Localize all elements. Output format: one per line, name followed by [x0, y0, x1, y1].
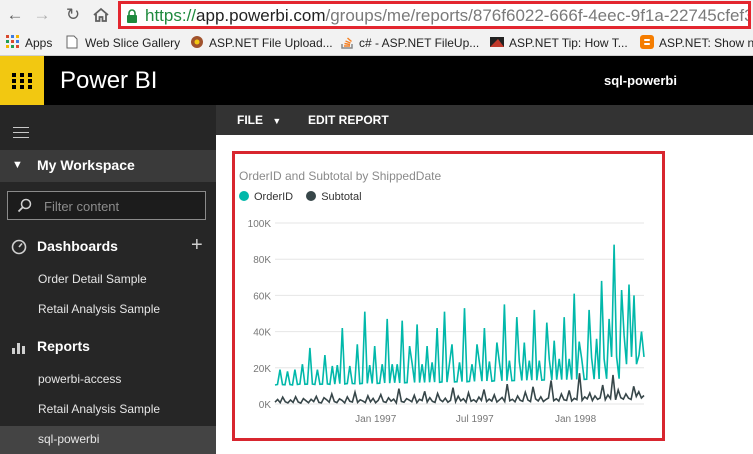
file-menu[interactable]: FILE ▼ [237, 113, 281, 127]
y-tick-label: 0K [259, 400, 272, 411]
address-bar[interactable]: https://app.powerbi.com/groups/me/report… [118, 1, 751, 29]
url-scheme: https:// [145, 6, 197, 25]
home-icon[interactable] [90, 4, 112, 26]
y-tick-label: 80K [253, 255, 271, 266]
y-tick-label: 40K [253, 328, 271, 339]
dashboard-gauge-icon [11, 239, 27, 255]
bookmark-asp-tip[interactable]: ASP.NET Tip: How T... [490, 34, 628, 52]
report-item[interactable]: powerbi-access [0, 366, 216, 394]
line-chart-visual[interactable]: OrderID and Subtotal by ShippedDate Orde… [232, 151, 665, 441]
url-host: app.powerbi.com [196, 6, 326, 25]
forward-arrow-icon[interactable]: → [31, 4, 53, 26]
current-report-name: sql-powerbi [604, 73, 677, 88]
x-tick-label: Jan 1997 [355, 414, 397, 425]
report-item-label: sql-powerbi [38, 432, 100, 446]
y-tick-label: 60K [253, 291, 271, 302]
bar-chart-icon [12, 343, 25, 354]
blogger-icon [640, 35, 654, 49]
x-tick-label: Jul 1997 [456, 414, 494, 425]
app-launcher-icon[interactable] [0, 56, 44, 105]
report-item-active[interactable]: sql-powerbi [0, 426, 216, 454]
reload-icon[interactable]: ↻ [62, 4, 84, 26]
dashboard-item-label: Retail Analysis Sample [38, 302, 161, 316]
filter-content-input[interactable] [42, 196, 201, 217]
report-area: FILE ▼ EDIT REPORT OrderID and Subtotal … [216, 105, 753, 449]
address-url: https://app.powerbi.com/groups/me/report… [145, 6, 751, 26]
workspace-selector[interactable]: ▼ My Workspace [0, 150, 216, 182]
caret-down-icon: ▼ [272, 116, 282, 126]
reports-section[interactable]: Reports [0, 334, 216, 360]
bookmark-asp-file-upload[interactable]: ASP.NET File Upload... [190, 34, 333, 52]
bookmark-label: ASP.NET File Upload... [209, 36, 333, 50]
bookmarks-bar: Apps Web Slice Gallery ASP.NET File Uplo… [0, 31, 753, 56]
y-tick-label: 20K [253, 364, 271, 375]
back-arrow-icon[interactable]: ← [4, 4, 26, 26]
y-tick-label: 100K [248, 219, 272, 230]
chart-plot-area: 0K 20K 40K 60K 80K 100K Jan 1997 Jul 1997 Jan 19… [248, 219, 645, 425]
bookmark-asp-show[interactable]: ASP.NET: Show nu [640, 34, 753, 52]
bookmark-label: c# - ASP.NET FileUp... [359, 36, 480, 50]
report-item-label: powerbi-access [38, 372, 122, 386]
dashboard-item[interactable]: Retail Analysis Sample [0, 296, 216, 324]
bookmark-apps[interactable]: Apps [6, 34, 52, 52]
bookmark-label: ASP.NET Tip: How T... [509, 36, 628, 50]
dashboards-section[interactable]: Dashboards + [0, 234, 216, 260]
report-canvas: OrderID and Subtotal by ShippedDate Orde… [216, 135, 753, 449]
hamburger-icon[interactable] [13, 127, 29, 142]
report-item[interactable]: Retail Analysis Sample [0, 396, 216, 424]
bookmark-web-slice-gallery[interactable]: Web Slice Gallery [66, 34, 180, 52]
bookmark-label: ASP.NET: Show nu [659, 36, 753, 50]
reports-label: Reports [37, 338, 90, 354]
blog-icon [490, 35, 504, 49]
report-item-label: Retail Analysis Sample [38, 402, 161, 416]
page-icon [66, 35, 80, 49]
x-tick-label: Jan 1998 [555, 414, 597, 425]
app-header: Power BI sql-powerbi [0, 56, 753, 105]
bookmark-label: Web Slice Gallery [85, 36, 181, 50]
series-line-orderid [274, 244, 645, 386]
apps-grid-icon [6, 35, 20, 49]
url-path: /groups/me/reports/876f6022-666f-4eec-9f… [325, 6, 751, 25]
file-menu-label: FILE [237, 113, 263, 127]
dashboard-item[interactable]: Order Detail Sample [0, 266, 216, 294]
lock-icon [127, 9, 137, 23]
edit-report-button[interactable]: EDIT REPORT [308, 113, 389, 127]
add-dashboard-icon[interactable]: + [191, 234, 203, 257]
workspace-label: My Workspace [37, 157, 135, 173]
dashboard-item-label: Order Detail Sample [38, 272, 147, 286]
search-icon [17, 198, 32, 213]
browser-toolbar: ← → ↻ https://app.powerbi.com/groups/me/… [0, 0, 753, 31]
dashboards-label: Dashboards [37, 238, 118, 254]
tool-icon [190, 35, 204, 49]
chevron-down-icon: ▼ [12, 159, 23, 171]
filter-content-field[interactable] [7, 191, 206, 220]
app-brand[interactable]: Power BI [60, 67, 157, 95]
report-toolbar: FILE ▼ EDIT REPORT [216, 105, 753, 135]
bookmark-label: Apps [25, 36, 53, 50]
nav-sidebar: ▼ My Workspace Dashboards + Order Detail… [0, 105, 216, 454]
stack-icon [340, 35, 354, 49]
bookmark-stackoverflow[interactable]: c# - ASP.NET FileUp... [340, 34, 479, 52]
